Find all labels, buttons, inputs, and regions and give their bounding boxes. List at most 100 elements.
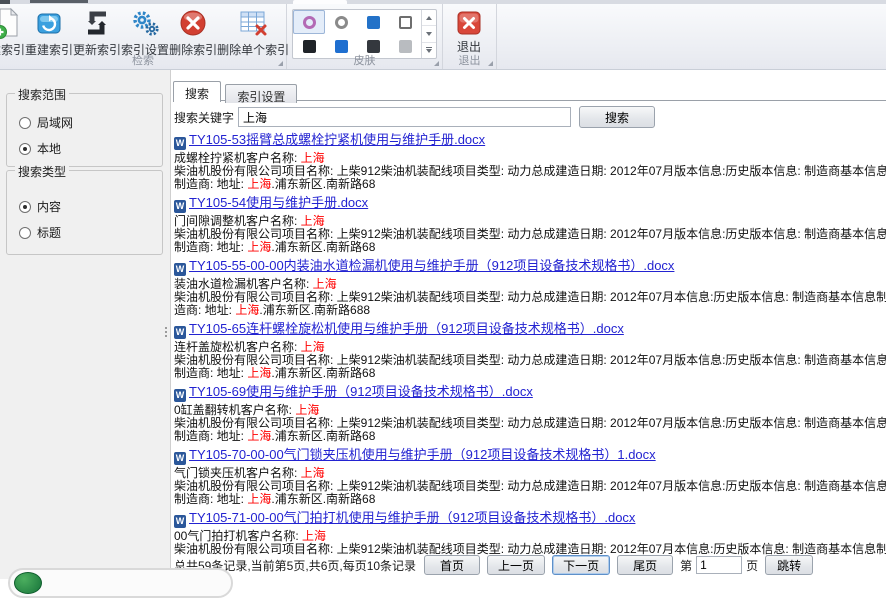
result-title-row: WTY105-54使用与维护手册.docx (174, 195, 886, 213)
result-link[interactable]: TY105-71-00-00气门拍打机使用与维护手册（912项目设备技术规格书）… (189, 510, 635, 525)
page-suffix-label: 页 (746, 557, 758, 574)
prev-page-button[interactable]: 上一页 (487, 555, 545, 575)
skin-8-icon (399, 40, 412, 53)
highlighted-keyword: 上海 (301, 466, 325, 480)
result-snippet-line: 造商: 地址: 上海.浦东新区.南新路688 (174, 304, 886, 317)
search-scope-title: 搜索范围 (15, 86, 69, 103)
main-content: 搜索 索引设置 搜索关键字 搜索 W TY105-53摇臂总成螺栓拧紧机使用与维护… (171, 70, 886, 579)
delete-index-button[interactable]: 删除索引 (169, 5, 217, 55)
rebuild-index-icon (33, 7, 65, 39)
result-link[interactable]: TY105-53摇臂总成螺栓拧紧机使用与维护手册.docx (189, 132, 485, 147)
delete-single-index-icon (237, 7, 269, 39)
update-index-icon (81, 7, 113, 39)
radio-lan-icon[interactable] (19, 117, 31, 129)
skin-option-3[interactable] (357, 10, 389, 34)
radio-option-content[interactable]: 内容 (19, 198, 162, 215)
highlighted-keyword: 上海 (247, 177, 271, 191)
delete-single-index-button[interactable]: 删除单个索引 (217, 5, 289, 55)
highlighted-keyword: 上海 (295, 403, 319, 417)
highlighted-keyword: 上海 (302, 529, 326, 543)
dialog-launcher-icon[interactable] (434, 61, 439, 66)
ribbon-group-exit: 退出 退出 (443, 4, 497, 69)
skin-option-1[interactable] (293, 10, 325, 34)
result-link[interactable]: TY105-70-00-00气门锁夹压机使用与维护手册（912项目设备技术规格书… (189, 447, 656, 462)
result-item: WTY105-55-00-00内装油水道检漏机使用与维护手册（912项目设备技术… (174, 258, 886, 317)
gallery-scroll-down-button[interactable] (422, 26, 436, 42)
result-snippet-line: 制造商: 地址: 上海.浦东新区.南新路68 (174, 430, 886, 443)
index-settings-button[interactable]: 索引设置 (121, 5, 169, 55)
result-snippet-line: 制造商: 地址: 上海.浦东新区.南新路68 (174, 241, 886, 254)
result-link[interactable]: TY105-55-00-00内装油水道检漏机使用与维护手册（912项目设备技术规… (189, 258, 674, 273)
scroll-up-icon (426, 16, 432, 20)
ribbon: 建索引 重建索引 更新索引 (0, 4, 886, 70)
radio-lan-label: 局域网 (37, 114, 73, 131)
update-index-button[interactable]: 更新索引 (73, 5, 121, 55)
result-snippet-line: 制造商: 地址: 上海.浦东新区.南新路68 (174, 493, 886, 506)
radio-option-lan[interactable]: 局域网 (19, 114, 162, 131)
pagination-bar: 总共59条记录,当前第5页,共6页,每页10条记录 首页 上一页 下一页 尾页 … (174, 555, 820, 575)
highlighted-keyword: 上海 (247, 492, 271, 506)
ribbon-group-retrieval-label: 检索 (0, 52, 286, 68)
search-button[interactable]: 搜索 (579, 106, 655, 128)
ribbon-group-retrieval: 建索引 重建索引 更新索引 (0, 4, 287, 69)
tab-index-settings[interactable]: 索引设置 (225, 84, 297, 103)
search-keyword-input[interactable] (238, 107, 571, 127)
page-prefix-label: 第 (680, 557, 692, 574)
dialog-launcher-icon[interactable] (488, 61, 493, 66)
results-list: WTY105-53摇臂总成螺栓拧紧机使用与维护手册.docx成螺栓拧紧机客户名称… (174, 128, 886, 555)
word-doc-icon: W (174, 326, 186, 339)
search-scope-groupbox: 搜索范围 局域网 本地 (6, 93, 163, 167)
tab-search[interactable]: 搜索 (173, 81, 221, 102)
radio-content-icon[interactable] (19, 201, 31, 213)
radio-option-local[interactable]: 本地 (19, 140, 162, 157)
ribbon-group-skin: 皮肤 (287, 4, 443, 69)
radio-title-icon[interactable] (19, 227, 31, 239)
radio-local-label: 本地 (37, 140, 61, 157)
last-page-button[interactable]: 尾页 (617, 555, 673, 575)
word-doc-icon: W (174, 515, 186, 528)
skin-6-icon (335, 40, 348, 53)
skin-option-4[interactable] (389, 10, 421, 34)
highlighted-keyword: 上海 (235, 303, 259, 317)
highlighted-keyword: 上海 (247, 366, 271, 380)
result-link[interactable]: TY105-65连杆螺栓旋松机使用与维护手册（912项目设备技术规格书）.doc… (189, 321, 624, 336)
result-snippet-line: 制造商: 地址: 上海.浦东新区.南新路68 (174, 367, 886, 380)
sidebar: 搜索范围 局域网 本地 搜索类型 内容 标题 (0, 70, 171, 579)
first-page-button[interactable]: 首页 (424, 555, 480, 575)
gallery-scroll-up-button[interactable] (422, 10, 436, 26)
dialog-launcher-icon[interactable] (278, 61, 283, 66)
tabstrip: 搜索 索引设置 (173, 80, 886, 101)
skin-3-icon (367, 16, 380, 29)
search-row: 搜索关键字 搜索 (174, 106, 655, 128)
result-link[interactable]: TY105-69使用与维护手册（912项目设备技术规格书）.docx (189, 384, 533, 399)
result-title-row: WTY105-71-00-00气门拍打机使用与维护手册（912项目设备技术规格书… (174, 510, 886, 528)
green-orb-icon (14, 572, 42, 594)
result-link[interactable]: TY105-54使用与维护手册.docx (189, 195, 368, 210)
skin-5-icon (303, 40, 316, 53)
floating-widget[interactable] (8, 568, 233, 598)
skin-option-2[interactable] (325, 10, 357, 34)
next-page-button[interactable]: 下一页 (552, 555, 610, 575)
create-index-icon (0, 7, 23, 39)
splitter-handle[interactable] (165, 325, 168, 339)
rebuild-index-button[interactable]: 重建索引 (25, 5, 73, 55)
index-settings-icon (129, 7, 161, 39)
jump-button[interactable]: 跳转 (765, 555, 813, 575)
result-item: WTY105-65连杆螺栓旋松机使用与维护手册（912项目设备技术规格书）.do… (174, 321, 886, 380)
result-title-row: WTY105-70-00-00气门锁夹压机使用与维护手册（912项目设备技术规格… (174, 447, 886, 465)
highlighted-keyword: 上海 (247, 429, 271, 443)
ribbon-group-skin-label: 皮肤 (287, 52, 442, 68)
skin-7-icon (367, 40, 380, 53)
word-doc-icon: W (174, 200, 186, 213)
skin-4-icon (399, 16, 412, 29)
word-doc-icon: W (174, 452, 186, 465)
radio-option-title[interactable]: 标题 (19, 224, 162, 241)
search-type-groupbox: 搜索类型 内容 标题 (6, 170, 163, 255)
create-index-button[interactable]: 建索引 (0, 5, 25, 55)
radio-local-icon[interactable] (19, 143, 31, 155)
page-number-input[interactable] (696, 556, 742, 574)
quick-access-fragment (30, 0, 88, 3)
search-type-title: 搜索类型 (15, 163, 69, 180)
result-title-row: WTY105-65连杆螺栓旋松机使用与维护手册（912项目设备技术规格书）.do… (174, 321, 886, 339)
exit-button[interactable]: 退出 (446, 5, 492, 55)
